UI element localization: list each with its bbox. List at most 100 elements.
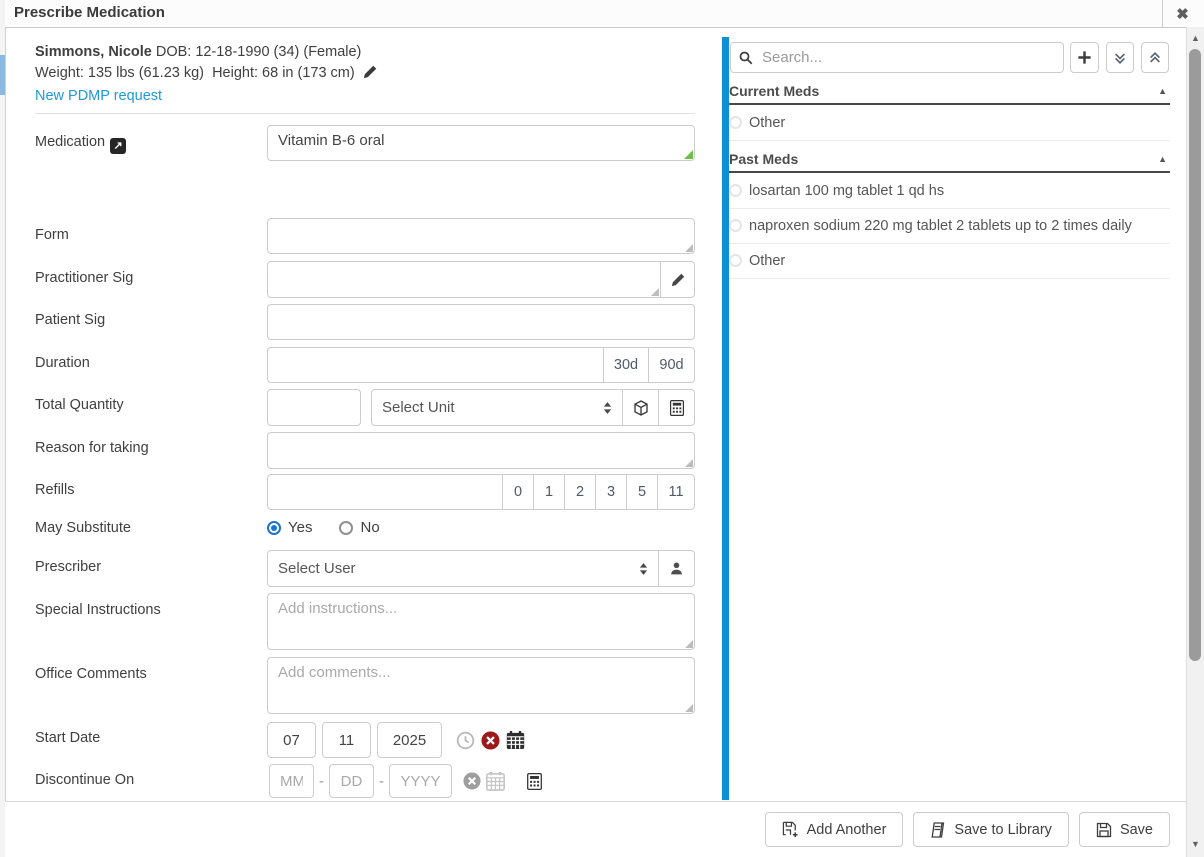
refills-11-button[interactable]: 11 — [657, 474, 695, 510]
duration-30d-button[interactable]: 30d — [603, 347, 649, 383]
office-comments-input[interactable] — [267, 657, 695, 714]
past-med-item[interactable]: naproxen sodium 220 mg tablet 2 tablets … — [729, 208, 1170, 244]
patient-info-line2: Weight: 135 lbs (61.23 kg) Height: 68 in… — [35, 65, 377, 81]
duration-input[interactable] — [267, 347, 604, 383]
panel-divider — [722, 37, 729, 800]
package-lookup-button[interactable] — [622, 389, 659, 426]
new-pdmp-request-link[interactable]: New PDMP request — [35, 88, 162, 104]
start-date-label: Start Date — [35, 730, 100, 746]
scroll-up-icon[interactable]: ▲ — [1187, 31, 1204, 45]
med-radio[interactable] — [729, 219, 742, 232]
reason-label: Reason for taking — [35, 440, 149, 456]
select-arrows-icon — [603, 402, 612, 414]
resize-grip-icon[interactable] — [685, 704, 693, 712]
patient-divider — [35, 113, 695, 114]
resize-grip-icon[interactable] — [684, 150, 693, 159]
medication-label: Medication↗ — [35, 134, 126, 154]
refills-5-button[interactable]: 5 — [626, 474, 658, 510]
meds-search-box — [730, 42, 1064, 73]
save-to-library-button[interactable]: Save to Library — [913, 812, 1069, 847]
med-radio[interactable] — [729, 254, 742, 267]
past-meds-header[interactable]: Past Meds ▲ — [729, 146, 1170, 173]
expand-all-button[interactable] — [1106, 42, 1134, 73]
medication-input[interactable]: Vitamin B-6 oral — [267, 125, 695, 161]
prescribe-medication-modal: Prescribe Medication ✖ Simmons, Nicole D… — [0, 0, 1204, 857]
resize-grip-icon[interactable] — [685, 640, 693, 648]
start-date-day-input[interactable] — [322, 722, 371, 758]
unit-select[interactable]: Select Unit — [371, 389, 623, 426]
special-instructions-input[interactable] — [267, 593, 695, 650]
refills-3-button[interactable]: 3 — [595, 474, 627, 510]
refills-2-button[interactable]: 2 — [564, 474, 596, 510]
calendar-icon[interactable] — [506, 731, 525, 750]
duration-90d-button[interactable]: 90d — [648, 347, 695, 383]
edit-vitals-pencil-icon[interactable] — [363, 65, 377, 79]
total-quantity-input[interactable] — [267, 389, 361, 426]
save-icon — [1096, 822, 1112, 838]
choose-user-button[interactable] — [658, 550, 695, 587]
add-another-button[interactable]: Add Another — [765, 812, 904, 847]
page-behind-fragment — [0, 55, 5, 95]
clear-discontinue-date-icon[interactable] — [463, 772, 481, 790]
resize-grip-icon[interactable] — [685, 244, 693, 252]
med-radio[interactable] — [729, 184, 742, 197]
pencil-icon — [671, 273, 685, 287]
patient-name: Simmons, Nicole — [35, 44, 152, 60]
form-input[interactable] — [267, 218, 695, 254]
start-date-month-input[interactable] — [267, 722, 316, 758]
date-separator: - — [379, 773, 384, 790]
past-med-item[interactable]: losartan 100 mg tablet 1 qd hs — [729, 173, 1170, 209]
clock-icon[interactable] — [456, 731, 475, 750]
substitute-no-radio[interactable] — [339, 521, 353, 535]
clear-start-date-icon[interactable] — [481, 731, 500, 750]
save-button[interactable]: Save — [1079, 812, 1170, 847]
substitute-yes-radio[interactable] — [267, 521, 281, 535]
calculator-icon — [670, 400, 684, 416]
add-med-button[interactable] — [1070, 42, 1099, 73]
external-link-icon[interactable]: ↗ — [110, 138, 126, 154]
meds-search-input[interactable] — [760, 48, 1055, 67]
collapse-icon: ▲ — [1158, 154, 1170, 164]
resize-grip-icon[interactable] — [685, 459, 693, 467]
practitioner-sig-input[interactable] — [267, 261, 661, 298]
substitute-no-label: No — [360, 519, 379, 536]
collapse-all-button[interactable] — [1141, 42, 1169, 73]
resize-grip-icon[interactable] — [651, 288, 659, 296]
substitute-yes-label: Yes — [288, 519, 312, 536]
patient-sig-input[interactable] — [267, 304, 695, 340]
med-radio[interactable] — [729, 116, 742, 129]
close-icon[interactable]: ✖ — [1162, 0, 1202, 27]
modal-title: Prescribe Medication — [14, 4, 165, 21]
modal-titlebar: Prescribe Medication ✖ — [5, 0, 1204, 28]
duration-label: Duration — [35, 355, 90, 371]
quantity-calculator-button[interactable] — [658, 389, 695, 426]
calendar-disabled-icon[interactable] — [486, 772, 505, 791]
patient-sig-label: Patient Sig — [35, 312, 105, 328]
current-med-other-item[interactable]: Other — [729, 105, 1170, 141]
discontinue-day-input[interactable] — [329, 764, 374, 798]
scroll-down-icon[interactable]: ▼ — [1187, 837, 1204, 851]
discontinue-year-input[interactable] — [389, 764, 452, 798]
refills-0-button[interactable]: 0 — [502, 474, 534, 510]
past-med-other-item[interactable]: Other — [729, 243, 1170, 279]
discontinue-month-input[interactable] — [269, 764, 314, 798]
person-icon — [669, 561, 684, 576]
edit-sig-button[interactable] — [660, 261, 695, 298]
scrollbar-thumb[interactable] — [1189, 49, 1201, 661]
refills-1-button[interactable]: 1 — [533, 474, 565, 510]
page-scrollbar[interactable]: ▲ ▼ — [1186, 27, 1204, 857]
prescriber-select[interactable]: Select User — [267, 550, 659, 587]
refills-input[interactable] — [267, 474, 503, 510]
cube-icon — [633, 400, 649, 416]
duration-calculator-icon[interactable] — [527, 773, 542, 790]
patient-weight: Weight: 135 lbs (61.23 kg) — [35, 65, 204, 81]
patient-height: Height: 68 in (173 cm) — [212, 65, 355, 81]
plus-icon — [1077, 50, 1092, 65]
office-comments-label: Office Comments — [35, 666, 147, 682]
refills-label: Refills — [35, 482, 74, 498]
start-date-year-input[interactable] — [377, 722, 442, 758]
chevron-double-up-icon — [1148, 51, 1162, 65]
current-meds-header[interactable]: Current Meds ▲ — [729, 78, 1170, 105]
prescriber-label: Prescriber — [35, 559, 101, 575]
reason-input[interactable] — [267, 432, 695, 469]
